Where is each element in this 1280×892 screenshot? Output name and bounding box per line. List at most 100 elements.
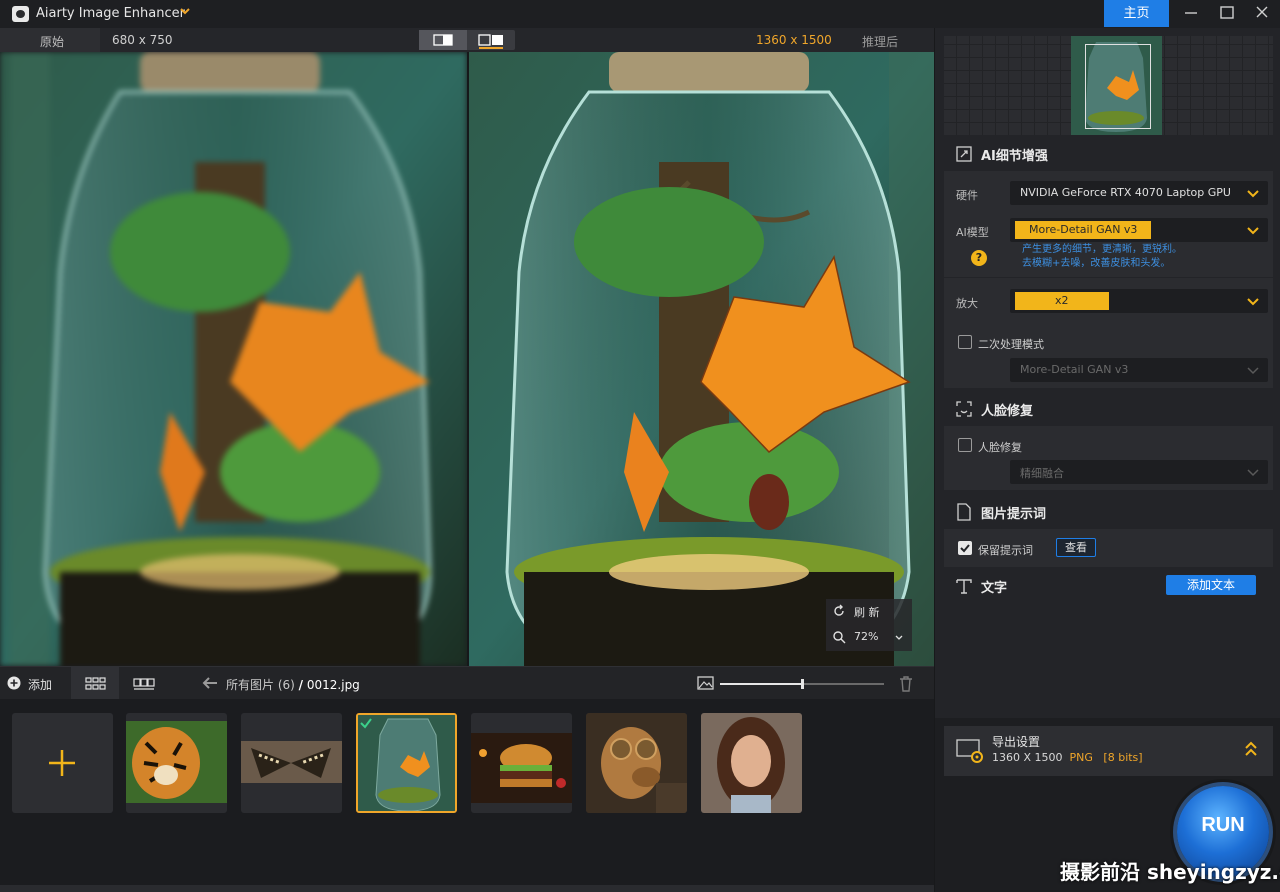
- breadcrumb-all-images[interactable]: 所有图片 (6): [226, 678, 295, 692]
- export-bits: [8 bits]: [1103, 751, 1143, 764]
- chevron-down-icon: [1247, 469, 1259, 477]
- chevron-down-icon[interactable]: [178, 4, 192, 18]
- ai-detail-card: 硬件 NVIDIA GeForce RTX 4070 Laptop GPU AI…: [944, 171, 1273, 277]
- model-description-line-1: 产生更多的细节，更清晰，更锐利。: [1022, 244, 1182, 255]
- upscale-card: 放大 x2 二次处理模式 More-Detail GAN v3: [944, 278, 1273, 388]
- refresh-label: 刷 新: [854, 606, 880, 619]
- thumbnail-jar[interactable]: [356, 713, 457, 813]
- face-mode: 精细融合: [1020, 467, 1064, 480]
- check-icon: [960, 544, 970, 553]
- dog-image: [586, 713, 687, 813]
- enhanced-jar-image: [469, 52, 934, 666]
- run-label: RUN: [1201, 814, 1245, 836]
- minimize-icon[interactable]: [1173, 0, 1209, 27]
- zoom-select[interactable]: 72%: [826, 625, 912, 651]
- strip-view-icon[interactable]: [120, 667, 168, 700]
- original-tab[interactable]: 原始: [0, 28, 100, 52]
- chevron-up-double-icon[interactable]: [1243, 740, 1259, 758]
- section-title: 人脸修复: [981, 404, 1034, 419]
- zoom-level: 72%: [854, 630, 879, 643]
- second-pass-model-dropdown[interactable]: More-Detail GAN v3: [1010, 358, 1268, 382]
- document-icon: [957, 503, 971, 521]
- ai-model-label: AI模型: [956, 226, 989, 239]
- section-title: 图片提示词: [981, 507, 1047, 522]
- scale-value: x2: [1015, 292, 1109, 310]
- gallery-toolbar: 添加 所有图片 (6) / 0012.jpg: [0, 666, 934, 700]
- scale-label: 放大: [956, 297, 978, 310]
- slider-fill: [720, 683, 802, 685]
- chevron-down-icon: [895, 635, 903, 640]
- watermark: 摄影前沿 sheyingzyz.com: [1060, 860, 1280, 884]
- status-strip: [0, 885, 934, 892]
- chevron-down-icon: [1247, 367, 1259, 375]
- thumbnail-size-slider[interactable]: [720, 679, 884, 689]
- thumbnail-dog[interactable]: [586, 713, 687, 813]
- original-label: 原始: [40, 35, 65, 49]
- app-title: Aiarty Image Enhancer: [36, 6, 185, 21]
- chevron-down-icon: [1247, 190, 1259, 198]
- export-title: 导出设置: [992, 735, 1041, 749]
- back-arrow-icon[interactable]: [202, 677, 218, 689]
- split-view-icon[interactable]: [419, 30, 467, 50]
- export-info: 1360 X 1500 PNG [8 bits]: [992, 751, 1143, 764]
- trash-icon[interactable]: [898, 675, 914, 692]
- zoom-icon: [833, 631, 846, 644]
- result-size: 1360 x 1500: [756, 33, 832, 47]
- burger-image: [471, 733, 572, 803]
- help-icon[interactable]: ?: [971, 250, 987, 266]
- tiger-image: [126, 721, 227, 803]
- navigator-viewport[interactable]: [1085, 44, 1151, 129]
- export-settings-icon: [956, 739, 983, 763]
- app-logo-icon: [12, 6, 29, 22]
- grid-view-icon[interactable]: [71, 667, 119, 700]
- hardware-label: 硬件: [956, 189, 978, 202]
- side-by-side-icon[interactable]: [467, 30, 515, 50]
- face-restore-card: 人脸修复 精细融合: [944, 426, 1273, 490]
- title-bar: Aiarty Image Enhancer 主页: [0, 0, 1280, 28]
- maximize-icon[interactable]: [1209, 0, 1245, 27]
- enhance-icon: [956, 146, 972, 162]
- add-text-button[interactable]: 添加文本: [1166, 575, 1256, 595]
- export-format: PNG: [1069, 751, 1093, 764]
- add-image-button[interactable]: 添加: [0, 667, 66, 700]
- scale-dropdown[interactable]: x2: [1010, 289, 1268, 313]
- breadcrumb-file: 0012.jpg: [306, 678, 360, 692]
- hardware-value: NVIDIA GeForce RTX 4070 Laptop GPU: [1020, 186, 1231, 199]
- hardware-dropdown[interactable]: NVIDIA GeForce RTX 4070 Laptop GPU: [1010, 181, 1268, 205]
- export-settings-card[interactable]: 导出设置 1360 X 1500 PNG [8 bits]: [944, 726, 1273, 776]
- breadcrumb-separator: /: [298, 678, 304, 692]
- close-icon[interactable]: [1244, 0, 1280, 27]
- view-mode-toggle: [419, 30, 515, 50]
- home-button[interactable]: 主页: [1104, 0, 1169, 27]
- face-scan-icon: [956, 401, 972, 417]
- export-size: 1360 X 1500: [992, 751, 1063, 764]
- butterfly-image: [241, 741, 342, 783]
- thumbnail-portrait[interactable]: [701, 713, 802, 813]
- add-image-tile[interactable]: [12, 713, 113, 813]
- enhanced-image-pane[interactable]: [469, 52, 934, 666]
- section-title: 文字: [981, 581, 1008, 596]
- image-prompt-card: 保留提示词 查看: [944, 529, 1273, 567]
- thumbnail-tiger[interactable]: [126, 713, 227, 813]
- settings-panel: AI细节增强 硬件 NVIDIA GeForce RTX 4070 Laptop…: [934, 28, 1280, 892]
- face-restore-checkbox[interactable]: [958, 438, 972, 452]
- keep-prompt-label: 保留提示词: [978, 544, 1033, 557]
- second-pass-model: More-Detail GAN v3: [1020, 363, 1129, 376]
- breadcrumb: 所有图片 (6) / 0012.jpg: [226, 676, 360, 693]
- face-mode-dropdown[interactable]: 精细融合: [1010, 460, 1268, 484]
- original-image-pane[interactable]: [0, 52, 467, 666]
- thumbnail-burger[interactable]: [471, 713, 572, 813]
- keep-prompt-checkbox[interactable]: [958, 541, 972, 555]
- view-prompt-button[interactable]: 查看: [1056, 538, 1096, 557]
- ai-model-dropdown[interactable]: More-Detail GAN v3: [1010, 218, 1268, 242]
- navigator-minimap[interactable]: [944, 36, 1273, 135]
- original-jar-image: [0, 52, 467, 666]
- second-pass-label: 二次处理模式: [978, 338, 1044, 351]
- slider-thumb[interactable]: [801, 679, 804, 689]
- refresh-icon: [834, 604, 844, 616]
- image-preview[interactable]: 刷 新 72%: [0, 52, 934, 666]
- portrait-image: [701, 713, 802, 813]
- thumbnail-butterfly[interactable]: [241, 713, 342, 813]
- refresh-button[interactable]: 刷 新: [826, 599, 912, 625]
- second-pass-checkbox[interactable]: [958, 335, 972, 349]
